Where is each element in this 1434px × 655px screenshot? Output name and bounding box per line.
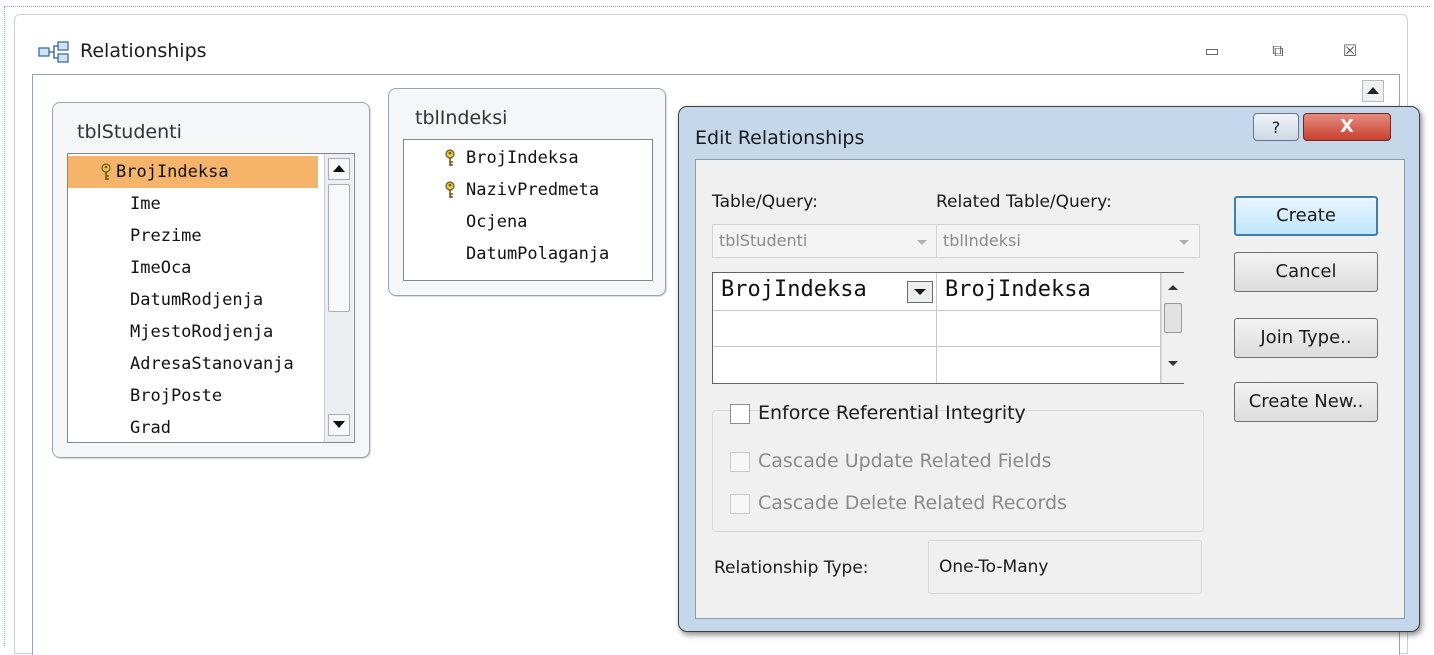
field-item-nazivpredmeta[interactable]: NazivPredmeta xyxy=(404,174,599,206)
field-label: NazivPredmeta xyxy=(466,180,600,200)
field-item-brojposte[interactable]: BrojPoste xyxy=(68,380,222,412)
scroll-up-button[interactable] xyxy=(328,158,350,180)
table-tblstudenti[interactable]: tblStudenti BrojIndeksa Ime Prezime ImeO… xyxy=(52,102,370,458)
field-item-imeoca[interactable]: ImeOca xyxy=(68,252,191,284)
relationship-type-value: One-To-Many xyxy=(939,557,1049,577)
scroll-up-icon[interactable] xyxy=(1168,285,1178,290)
close-icon[interactable]: ☒ xyxy=(1336,38,1364,64)
canvas-scroll-up-button[interactable] xyxy=(1362,80,1384,102)
field-label: DatumRodjenja xyxy=(130,290,264,310)
join-grid-scrollbar[interactable] xyxy=(1161,273,1184,383)
minimize-icon[interactable]: ▭ xyxy=(1198,38,1226,64)
cascade-update-checkbox[interactable] xyxy=(730,452,750,472)
field-item-adresastanovanja[interactable]: AdresaStanovanja xyxy=(68,348,294,380)
join-type-button[interactable]: Join Type.. xyxy=(1234,318,1378,358)
related-table-query-label: Related Table/Query: xyxy=(936,192,1112,212)
field-list[interactable]: BrojIndeksa Ime Prezime ImeOca DatumRodj… xyxy=(67,153,355,443)
field-list-scrollbar[interactable] xyxy=(324,154,353,442)
dialog-close-button[interactable]: X xyxy=(1303,113,1391,141)
enforce-integrity-label: Enforce Referential Integrity xyxy=(758,402,1026,424)
field-label: Ime xyxy=(130,194,161,214)
chevron-down-icon xyxy=(917,240,927,245)
table-name: tblIndeksi xyxy=(415,107,508,129)
field-label: AdresaStanovanja xyxy=(130,354,294,374)
table-query-combo[interactable]: tblStudenti xyxy=(712,224,938,258)
join-right-field-cell[interactable] xyxy=(937,347,1161,383)
relationship-type-box: One-To-Many xyxy=(928,540,1202,594)
cascade-delete-label: Cascade Delete Related Records xyxy=(758,492,1067,514)
restore-icon[interactable]: ⧉ xyxy=(1264,38,1292,64)
dialog-body: Table/Query: Related Table/Query: tblStu… xyxy=(695,159,1405,619)
scroll-thumb[interactable] xyxy=(328,184,350,312)
field-item-brojindeksa[interactable]: BrojIndeksa xyxy=(404,142,579,174)
field-label: Ocjena xyxy=(466,212,528,232)
field-item-ocjena[interactable]: Ocjena xyxy=(404,206,527,238)
relationship-type-label: Relationship Type: xyxy=(714,558,869,578)
create-button[interactable]: Create xyxy=(1234,196,1378,236)
scroll-down-button[interactable] xyxy=(328,414,350,436)
join-left-field-cell[interactable]: BrojIndeksa xyxy=(713,273,937,311)
join-left-field-dropdown[interactable] xyxy=(907,281,933,303)
primary-key-icon xyxy=(445,181,455,198)
field-label: MjestoRodjenja xyxy=(130,322,274,342)
relationships-icon xyxy=(38,41,69,63)
field-list[interactable]: BrojIndeksa NazivPredmeta Ocjena DatumPo… xyxy=(403,139,653,281)
create-new-button[interactable]: Create New.. xyxy=(1234,382,1378,422)
field-label: Prezime xyxy=(130,226,202,246)
join-left-field-cell[interactable] xyxy=(713,311,937,347)
field-item-datumpolaganja[interactable]: DatumPolaganja xyxy=(404,238,609,270)
join-left-field-value: BrojIndeksa xyxy=(721,277,867,302)
join-left-field-cell[interactable] xyxy=(713,347,937,383)
join-right-field-value: BrojIndeksa xyxy=(945,277,1091,302)
dialog-title: Edit Relationships xyxy=(695,127,865,149)
enforce-integrity-checkbox[interactable] xyxy=(730,404,750,424)
field-item-mjestorodjenja[interactable]: MjestoRodjenja xyxy=(68,316,273,348)
join-right-field-cell[interactable] xyxy=(937,311,1161,347)
edit-relationships-dialog: Edit Relationships ? X Table/Query: Rela… xyxy=(678,106,1420,632)
table-name: tblStudenti xyxy=(77,121,182,143)
join-right-field-cell[interactable]: BrojIndeksa xyxy=(937,273,1161,311)
related-table-query-combo[interactable]: tblIndeksi xyxy=(936,224,1200,258)
field-label: Grad xyxy=(130,418,171,438)
scroll-thumb[interactable] xyxy=(1164,303,1182,333)
cascade-delete-checkbox[interactable] xyxy=(730,494,750,514)
table-query-value: tblStudenti xyxy=(719,231,808,250)
table-query-label: Table/Query: xyxy=(712,192,818,212)
cancel-button[interactable]: Cancel xyxy=(1234,252,1378,292)
field-label: BrojIndeksa xyxy=(116,162,229,182)
field-item-prezime[interactable]: Prezime xyxy=(68,220,202,252)
cascade-update-label: Cascade Update Related Fields xyxy=(758,450,1052,472)
table-tblindeksi[interactable]: tblIndeksi BrojIndeksa NazivPredmeta Ocj… xyxy=(388,88,666,296)
join-fields-grid[interactable]: BrojIndeksa BrojIndeksa xyxy=(712,272,1184,384)
field-label: BrojIndeksa xyxy=(466,148,579,168)
primary-key-icon xyxy=(445,149,455,166)
field-label: DatumPolaganja xyxy=(466,244,610,264)
field-item-ime[interactable]: Ime xyxy=(68,188,161,220)
window-title: Relationships xyxy=(80,40,207,62)
primary-key-icon xyxy=(101,163,111,180)
chevron-down-icon xyxy=(1179,240,1189,245)
help-button[interactable]: ? xyxy=(1253,113,1299,141)
field-label: BrojPoste xyxy=(130,386,223,406)
field-label: ImeOca xyxy=(130,258,192,278)
field-item-brojindeksa[interactable]: BrojIndeksa xyxy=(68,156,318,188)
related-table-query-value: tblIndeksi xyxy=(943,231,1021,250)
field-item-datumrodjenja[interactable]: DatumRodjenja xyxy=(68,284,263,316)
scroll-down-icon[interactable] xyxy=(1168,361,1178,366)
field-item-grad[interactable]: Grad xyxy=(68,412,171,444)
